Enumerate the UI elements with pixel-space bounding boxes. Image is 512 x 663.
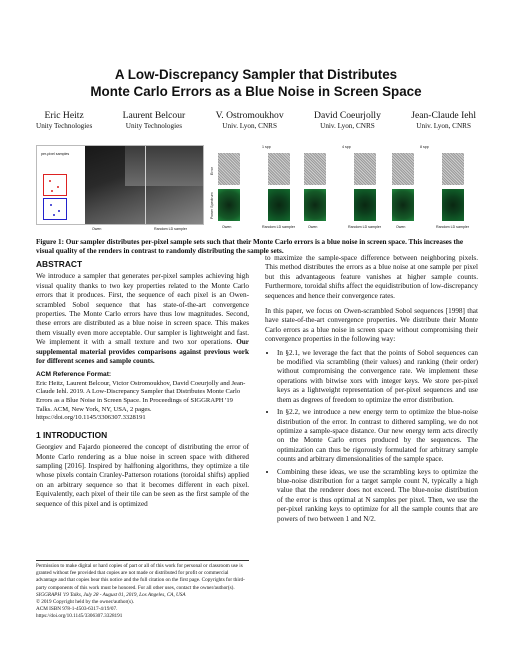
list-item: In §2.2, we introduce a new energy term … xyxy=(277,408,478,464)
per-pixel-samples-inset: per-pixel samples xyxy=(41,152,83,222)
render-image: per-pixel samples xyxy=(36,145,204,225)
author-name: Eric Heitz xyxy=(44,110,84,121)
sample-dot xyxy=(51,190,53,192)
panel-owen-1spp xyxy=(218,153,240,221)
intro-heading: 1 INTRODUCTION xyxy=(36,429,108,440)
right-column: to maximize the sample-space difference … xyxy=(265,254,478,527)
intro-text: Georgiev and Fajardo pioneered the conce… xyxy=(36,443,249,508)
spp-label: 8 spp xyxy=(420,145,429,149)
panel-owen-4spp xyxy=(304,153,326,221)
spp-label: 4 spp xyxy=(342,145,351,149)
author: V. Ostromoukhov Univ. Lyon, CNRS xyxy=(216,110,284,131)
author: David Coeurjolly Univ. Lyon, CNRS xyxy=(314,110,381,131)
render-caption: Random LD sampler xyxy=(154,227,187,231)
abstract-body: We introduce a sampler that generates pe… xyxy=(36,272,249,366)
panel-caption: Owen xyxy=(222,225,232,229)
panel-random-1spp xyxy=(268,153,290,221)
footnote-doi: https://doi.org/10.1145/3306307.3328191 xyxy=(36,613,123,620)
panel-random-4spp xyxy=(354,153,376,221)
footnote-isbn: ACM ISBN 978-1-4503-6317-4/19/07. xyxy=(36,606,118,613)
panel-caption: Random LD sampler xyxy=(262,225,295,229)
row-label-error: Error xyxy=(210,167,214,175)
author-name: David Coeurjolly xyxy=(314,110,381,121)
author-affiliation: Univ. Lyon, CNRS xyxy=(416,122,471,130)
author: Laurent Belcour Unity Technologies xyxy=(123,110,186,131)
author-name: Laurent Belcour xyxy=(122,110,186,121)
paper-title: A Low-Discrepancy Sampler that Distribut… xyxy=(40,66,472,100)
sample-dot xyxy=(58,210,60,212)
author-affiliation: Unity Technologies xyxy=(125,122,183,130)
row-label-power-spectrum: Power Spectrum xyxy=(210,192,214,219)
title-line-2: Monte Carlo Errors as a Blue Noise in Sc… xyxy=(90,84,422,99)
panel-random-8spp xyxy=(442,153,464,221)
abstract-text: We introduce a sampler that generates pe… xyxy=(36,272,249,347)
sample-dot xyxy=(50,204,52,206)
author-affiliation: Unity Technologies xyxy=(36,122,93,130)
list-item: Combining these ideas, we use the scramb… xyxy=(277,468,478,524)
copyright-footnote: Permission to make digital or hard copie… xyxy=(36,560,249,621)
author-affiliation: Univ. Lyon, CNRS xyxy=(222,122,277,130)
sample-dot xyxy=(49,180,51,182)
title-line-1: A Low-Discrepancy Sampler that Distribut… xyxy=(114,67,398,82)
scene-background xyxy=(125,146,203,186)
list-item: In §2.1, we leverage the fact that the p… xyxy=(277,349,478,405)
right-paragraph-1: to maximize the sample-space difference … xyxy=(265,254,478,300)
sample-dot xyxy=(53,214,55,216)
teaser-figure: per-pixel samples Owen Random LD sampler… xyxy=(36,145,476,232)
blue-pixel-box xyxy=(43,198,67,220)
contribution-list: In §2.1, we leverage the fact that the p… xyxy=(277,349,478,524)
left-column: ABSTRACT We introduce a sampler that gen… xyxy=(36,259,249,513)
panel-caption: Random LD sampler xyxy=(436,225,469,229)
reference-text: Eric Heitz, Laurent Belcour, Victor Ostr… xyxy=(36,379,246,422)
panel-owen-8spp xyxy=(392,153,414,221)
render-caption: Owen xyxy=(92,227,102,231)
right-paragraph-2: In this paper, we focus on Owen-scramble… xyxy=(265,307,478,344)
rendered-scene xyxy=(85,146,203,224)
panel-caption: Owen xyxy=(396,225,406,229)
footnote-venue: SIGGRAPH '19 Talks, July 28 - August 01,… xyxy=(36,591,186,598)
author-affiliation: Univ. Lyon, CNRS xyxy=(320,122,375,130)
abstract-heading: ABSTRACT xyxy=(36,259,83,269)
comparison-split-line xyxy=(145,146,146,224)
author: Jean-Claude Iehl Univ. Lyon, CNRS xyxy=(411,110,476,131)
spp-label: 1 spp xyxy=(262,145,271,149)
reference-heading: ACM Reference Format: xyxy=(36,371,112,379)
author: Eric Heitz Unity Technologies xyxy=(36,110,92,131)
panel-caption: Random LD sampler xyxy=(348,225,381,229)
footnote-copyright: © 2019 Copyright held by the owner/autho… xyxy=(36,599,135,606)
author-name: V. Ostromoukhov xyxy=(215,110,284,121)
author-name: Jean-Claude Iehl xyxy=(411,110,476,121)
sample-dot xyxy=(57,186,59,188)
footnote-permission: Permission to make digital or hard copie… xyxy=(36,563,245,591)
panel-caption: Owen xyxy=(308,225,318,229)
inset-label: per-pixel samples xyxy=(41,152,70,156)
red-pixel-box xyxy=(43,174,67,196)
author-list: Eric Heitz Unity Technologies Laurent Be… xyxy=(36,110,476,131)
